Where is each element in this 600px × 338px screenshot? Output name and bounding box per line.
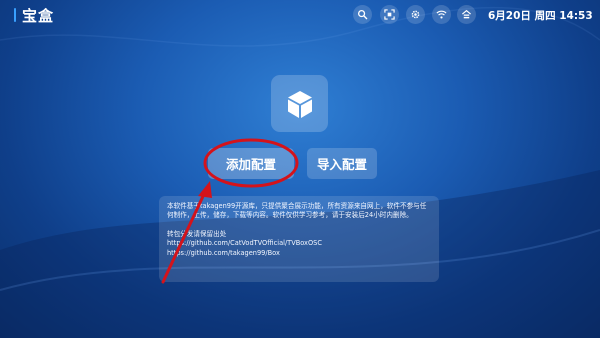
wifi-icon[interactable] (432, 5, 451, 24)
source-link-1[interactable]: https://github.com/CatVodTVOfficial/TVBo… (167, 239, 431, 248)
weekday-text: 周四 (534, 10, 556, 22)
scan-icon[interactable] (380, 5, 399, 24)
top-bar: 宝盒 6月20日 周四 14:53 (0, 0, 600, 30)
disclaimer-panel: 本软件基于takagen99开源库，只提供聚合展示功能，所有资源来自网上，软件不… (159, 196, 439, 282)
annotation-overlay (161, 138, 299, 284)
settings-icon[interactable] (406, 5, 425, 24)
app-logo-tile (271, 75, 328, 132)
source-link-2[interactable]: https://github.com/takagen99/Box (167, 249, 431, 258)
home-icon[interactable] (457, 5, 476, 24)
datetime: 6月20日 周四 14:53 (488, 8, 593, 23)
attribution-text: 转包分发请保留出处 (167, 229, 227, 238)
title-accent-bar (14, 8, 16, 22)
disclaimer-text: 本软件基于takagen99开源库，只提供聚合展示功能，所有资源来自网上，软件不… (167, 202, 427, 220)
search-icon[interactable] (353, 5, 372, 24)
import-config-button[interactable]: 导入配置 (307, 148, 377, 179)
cube-icon (287, 90, 312, 118)
background-decoration (0, 6, 600, 338)
time-text: 14:53 (559, 10, 593, 22)
date-text: 6月20日 (488, 10, 531, 22)
add-config-button[interactable]: 添加配置 (208, 148, 294, 179)
app-title: 宝盒 (22, 7, 55, 25)
